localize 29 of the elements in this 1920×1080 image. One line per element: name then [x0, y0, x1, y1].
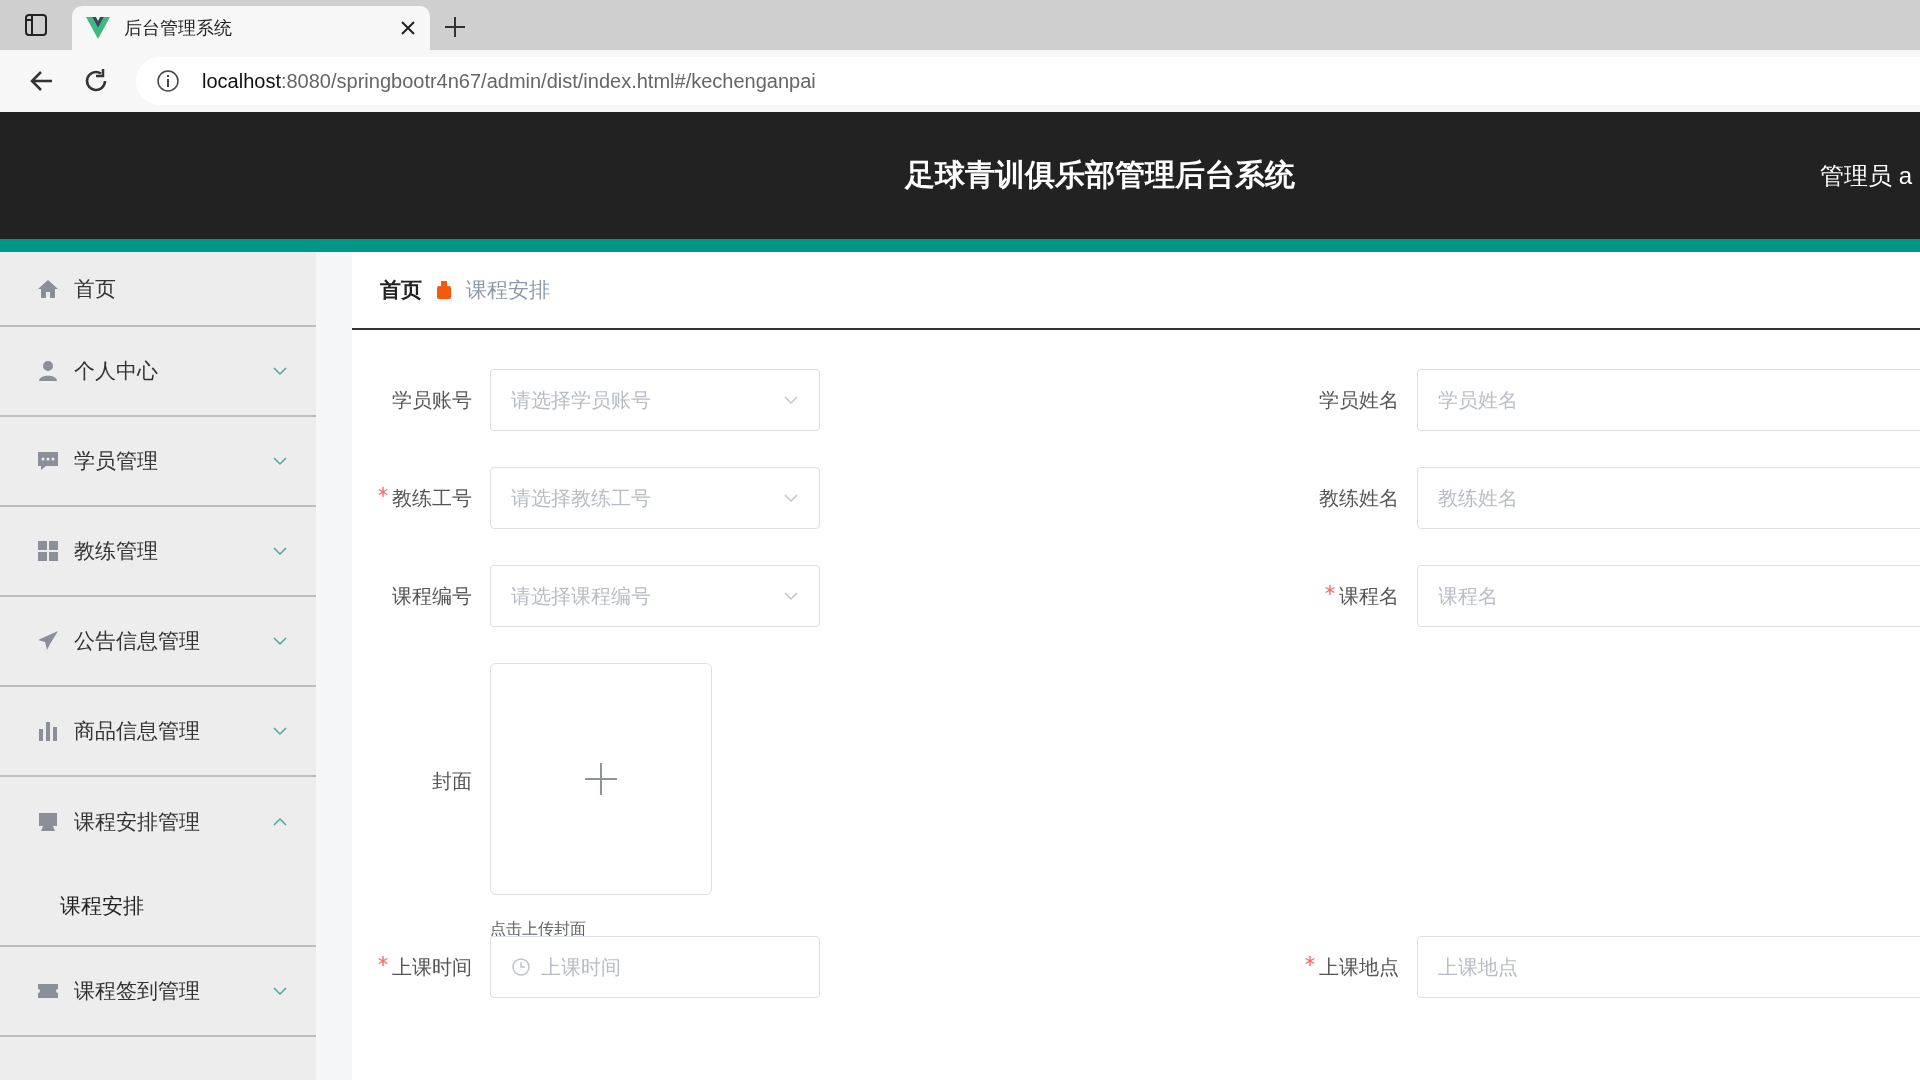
upload-hint: 点击上传封面 — [490, 919, 587, 939]
person-icon — [36, 359, 60, 383]
separator-icon — [436, 281, 452, 299]
monitor-icon — [36, 810, 60, 834]
sidebar-item[interactable]: 课程安排管理 — [0, 777, 316, 867]
clock-icon — [511, 957, 531, 977]
user-name[interactable]: 管理员 a — [1820, 159, 1912, 192]
field-label: 学员姓名 — [1319, 388, 1399, 411]
field-label: 上课时间 — [378, 955, 472, 978]
grid-icon — [36, 539, 60, 563]
field-label: 学员账号 — [392, 388, 472, 411]
breadcrumb-current: 课程安排 — [466, 277, 550, 303]
browser-tab[interactable]: 后台管理系统 — [72, 6, 430, 50]
close-icon[interactable] — [400, 20, 416, 36]
info-icon[interactable] — [156, 69, 180, 93]
v-logo-icon — [86, 17, 110, 39]
field-label: 上课地点 — [1305, 955, 1399, 978]
address-bar[interactable]: localhost:8080/springbootr4n67/admin/dist/index.html#/kechenganpai — [136, 57, 1920, 105]
bars-icon — [36, 719, 60, 743]
field-label: 封面 — [432, 770, 472, 792]
breadcrumb-home[interactable]: 首页 — [380, 276, 422, 304]
field-label: 课程编号 — [392, 584, 472, 607]
field-label: 教练姓名 — [1319, 486, 1399, 509]
new-tab-icon[interactable] — [444, 16, 466, 38]
field-label: 课程名 — [1325, 584, 1399, 607]
app-title: 足球青训俱乐部管理后台系统 — [903, 157, 1296, 193]
plus-icon — [583, 761, 619, 797]
field-label: 教练工号 — [378, 486, 472, 509]
chat-icon — [36, 449, 60, 473]
